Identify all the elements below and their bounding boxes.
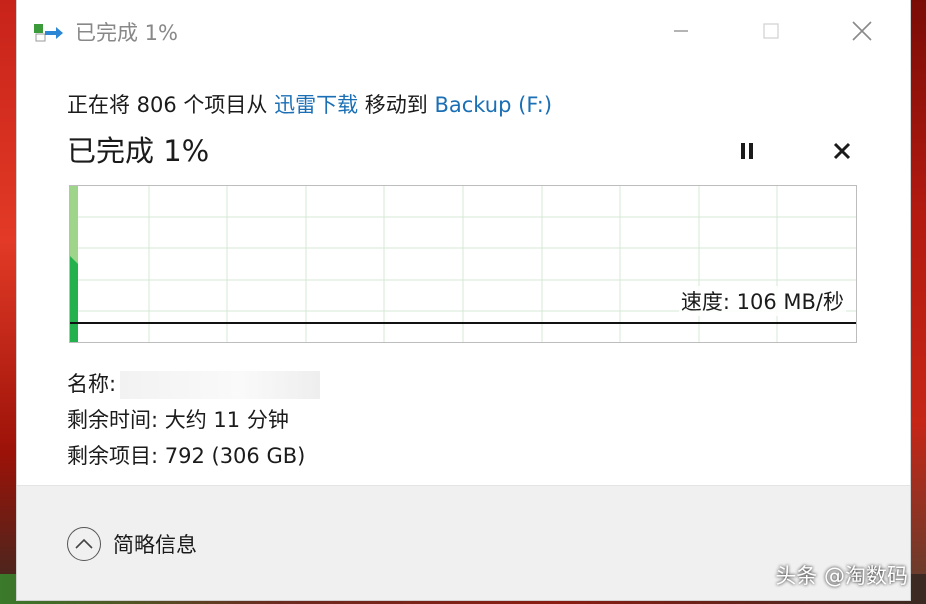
close-icon <box>852 21 872 41</box>
transfer-speed-graph: 速度: 106 MB/秒 <box>69 185 857 343</box>
transfer-speed: 速度: 106 MB/秒 <box>678 286 846 316</box>
file-name-redacted <box>120 371 321 399</box>
fewer-details-button[interactable]: 简略信息 <box>67 527 197 561</box>
operation-summary: 正在将 806 个项目从 迅雷下载 移动到 Backup (F:) <box>67 89 552 119</box>
summary-prefix: 正在将 806 个项目从 <box>67 93 275 117</box>
watermark-text: 头条 @淘数码 <box>775 564 908 588</box>
collapse-chevron-circle <box>67 527 101 561</box>
speed-fill <box>70 256 78 342</box>
graph-grid <box>70 186 856 342</box>
window-title: 已完成 1% <box>75 21 178 45</box>
minimize-button[interactable] <box>659 12 703 50</box>
close-window-button[interactable] <box>840 12 884 50</box>
stop-icon <box>833 142 851 160</box>
current-file-name: 名称: <box>67 368 321 399</box>
fewer-details-label: 简略信息 <box>113 533 197 557</box>
progress-percent: 已完成 1% <box>67 134 210 168</box>
summary-middle: 移动到 <box>358 93 435 117</box>
source-folder-link[interactable]: 迅雷下载 <box>274 93 358 117</box>
maximize-button <box>749 12 793 50</box>
maximize-icon <box>763 23 779 39</box>
time-remaining: 剩余时间: 大约 11 分钟 <box>67 408 289 432</box>
speed-graph-canvas <box>70 186 856 342</box>
cancel-operation-button[interactable] <box>827 136 857 166</box>
name-label: 名称: <box>67 372 117 396</box>
title-bar[interactable]: 已完成 1% <box>17 0 910 60</box>
pause-button[interactable] <box>732 136 762 166</box>
chevron-up-icon <box>75 538 93 549</box>
minimize-icon <box>674 30 688 32</box>
items-remaining: 剩余项目: 792 (306 GB) <box>67 444 306 468</box>
pause-icon <box>741 143 753 159</box>
file-move-dialog: 已完成 1% 正在将 806 个项目从 迅雷下载 移动到 Backup (F:)… <box>17 0 910 600</box>
destination-drive-link[interactable]: Backup (F:) <box>434 93 552 117</box>
move-files-icon <box>34 22 64 42</box>
